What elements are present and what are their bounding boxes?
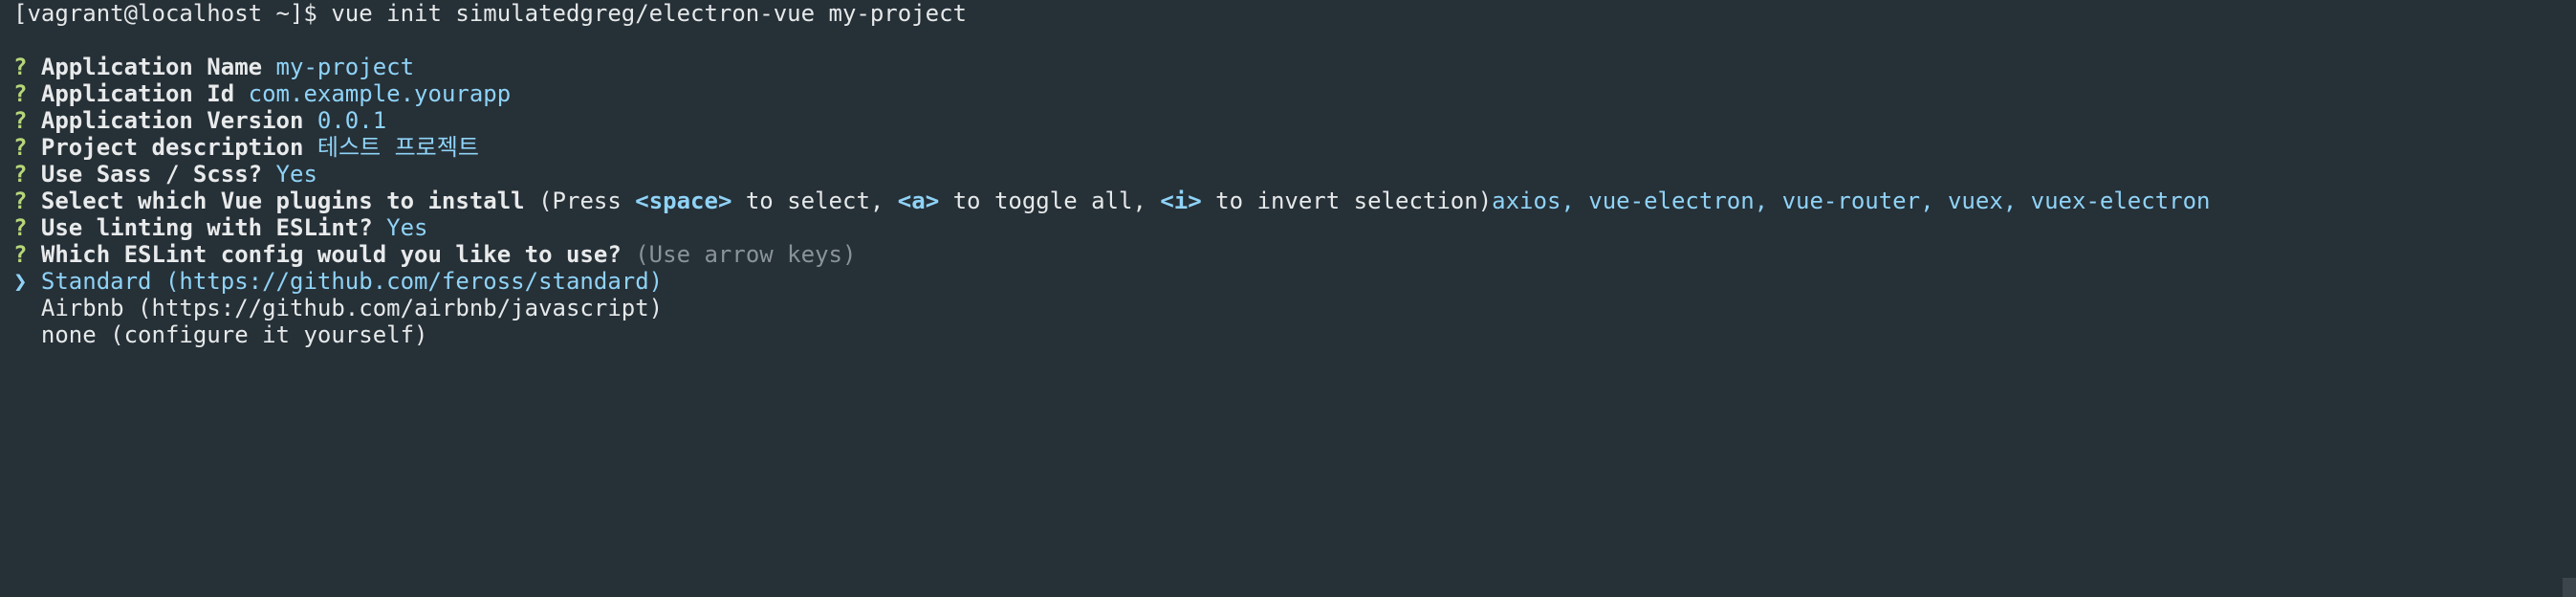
question-label: Use Sass / Scss? <box>40 161 263 188</box>
answer-vue-plugins: ? Select which Vue plugins to install (P… <box>13 188 2576 214</box>
question-label: Application Id <box>40 80 235 107</box>
question-mark: ? <box>13 188 28 214</box>
hint-text: (Press <box>538 188 636 214</box>
question-mark: ? <box>13 54 28 80</box>
answer-value: com.example.yourapp <box>248 80 512 107</box>
hint-text: (Use arrow keys) <box>635 241 857 268</box>
key-hint-a: <a> <box>897 188 940 214</box>
answer-application-id: ? Application Id com.example.yourapp <box>13 80 2576 107</box>
hint-text: to toggle all, <box>939 188 1161 214</box>
answer-value: axios, vue-electron, vue-router, vuex, v… <box>1492 188 2211 214</box>
question-label: Which ESLint config would you like to us… <box>40 241 622 268</box>
question-mark: ? <box>13 80 28 107</box>
question-eslint-config: ? Which ESLint config would you like to … <box>13 241 2576 268</box>
hint-text: to select, <box>731 188 898 214</box>
answer-application-name: ? Application Name my-project <box>13 54 2576 80</box>
question-mark: ? <box>13 214 28 241</box>
question-label: Application Name <box>40 54 263 80</box>
shell-command-line: [vagrant@localhost ~]$ vue init simulate… <box>13 0 967 27</box>
answer-value: 0.0.1 <box>317 107 387 134</box>
option-airbnb[interactable]: Airbnb (https://github.com/airbnb/javasc… <box>13 295 2576 321</box>
answer-use-sass: ? Use Sass / Scss? Yes <box>13 161 2576 188</box>
answer-value: Yes <box>275 161 317 188</box>
answer-use-linting: ? Use linting with ESLint? Yes <box>13 214 2576 241</box>
answer-value: my-project <box>275 54 415 80</box>
option-label: Airbnb (https://github.com/airbnb/javasc… <box>40 295 664 321</box>
question-mark: ? <box>13 134 28 161</box>
question-mark: ? <box>13 107 28 134</box>
question-label: Project description <box>40 134 304 161</box>
answer-project-description: ? Project description 테스트 프로젝트 <box>13 134 2576 161</box>
question-mark: ? <box>13 161 28 188</box>
answer-value: 테스트 프로젝트 <box>317 134 479 161</box>
pointer-icon: ❯ <box>13 268 28 295</box>
option-none[interactable]: none (configure it yourself) <box>13 321 2576 348</box>
question-label: Application Version <box>40 107 304 134</box>
option-label: none (configure it yourself) <box>40 321 428 348</box>
question-mark: ? <box>13 241 28 268</box>
terminal-window[interactable]: [vagrant@localhost ~]$ vue init simulate… <box>0 0 2576 597</box>
option-standard[interactable]: ❯ Standard (https://github.com/feross/st… <box>13 268 2576 295</box>
key-hint-i: <i> <box>1160 188 1202 214</box>
question-label: Select which Vue plugins to install <box>40 188 525 214</box>
key-hint-space: <space> <box>635 188 732 214</box>
answer-application-version: ? Application Version 0.0.1 <box>13 107 2576 134</box>
scrollbar-thumb[interactable] <box>2563 578 2576 597</box>
option-label: Standard (https://github.com/feross/stan… <box>40 268 664 295</box>
question-label: Use linting with ESLint? <box>40 214 373 241</box>
hint-text: to invert selection) <box>1201 188 1493 214</box>
answer-value: Yes <box>386 214 428 241</box>
